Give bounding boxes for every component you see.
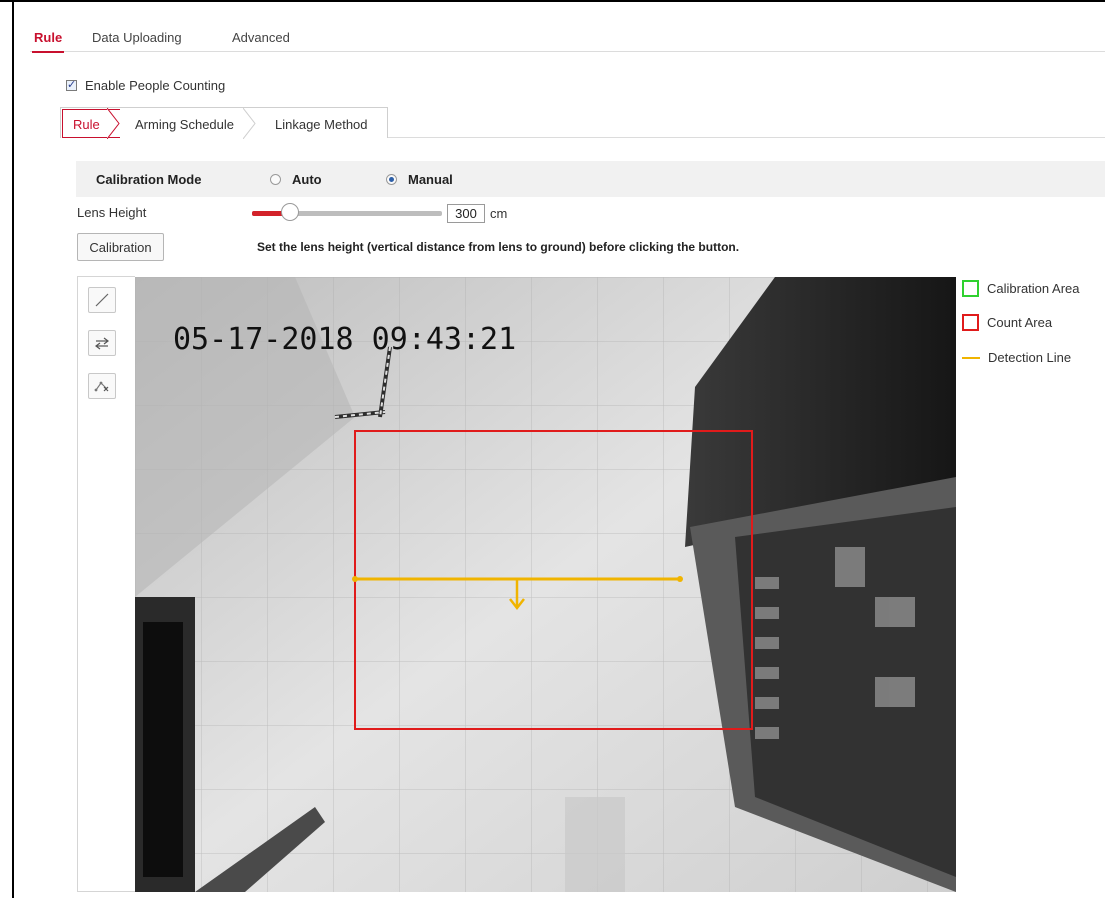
lens-height-slider-handle[interactable] bbox=[281, 203, 299, 221]
lens-height-unit: cm bbox=[490, 206, 508, 221]
swap-direction-icon bbox=[95, 337, 109, 350]
polygon-draw-tool-button[interactable] bbox=[88, 373, 116, 399]
main-tab-bar: Rule Data Uploading Advanced bbox=[30, 26, 1105, 53]
calibration-area-swatch bbox=[962, 280, 979, 297]
count-area-swatch bbox=[962, 314, 979, 331]
tab-advanced[interactable]: Advanced bbox=[232, 30, 290, 45]
step-chevron-icon bbox=[107, 108, 120, 139]
calibration-mode-bar: Calibration Mode Auto Manual bbox=[76, 161, 1105, 197]
enable-people-counting-checkbox[interactable] bbox=[66, 78, 77, 91]
window-frame-top bbox=[0, 0, 1105, 2]
video-timestamp-overlay: 05-17-2018 09:43:21 bbox=[173, 322, 516, 357]
camera-frame-image: 05-17-2018 09:43:21 bbox=[135, 277, 956, 892]
calibration-hint: Set the lens height (vertical distance f… bbox=[257, 240, 740, 254]
calibration-manual-label[interactable]: Manual bbox=[408, 172, 453, 187]
detection-line-swatch bbox=[962, 356, 980, 359]
sub-tab-group: Rule Arming Schedule Linkage Method bbox=[60, 107, 388, 139]
detection-line-endpoint[interactable] bbox=[677, 576, 683, 582]
lens-height-input[interactable] bbox=[447, 204, 485, 223]
swap-direction-tool-button[interactable] bbox=[88, 330, 116, 356]
legend-item-detection-line: Detection Line bbox=[962, 350, 1071, 365]
step-chevron-icon bbox=[243, 108, 256, 139]
calibration-mode-label: Calibration Mode bbox=[96, 172, 202, 187]
line-draw-icon bbox=[95, 293, 109, 307]
calibration-button[interactable]: Calibration bbox=[77, 233, 164, 261]
sub-tab-linkage-method[interactable]: Linkage Method bbox=[275, 117, 368, 132]
legend-label: Calibration Area bbox=[987, 281, 1080, 296]
line-draw-tool-button[interactable] bbox=[88, 287, 116, 313]
calibration-auto-label[interactable]: Auto bbox=[292, 172, 322, 187]
detection-line-endpoint[interactable] bbox=[352, 576, 358, 582]
polygon-draw-icon bbox=[94, 381, 109, 392]
calibration-manual-radio[interactable] bbox=[386, 174, 397, 185]
window-frame-left bbox=[12, 0, 14, 898]
live-video-preview[interactable]: 05-17-2018 09:43:21 bbox=[135, 277, 956, 892]
legend-label: Count Area bbox=[987, 315, 1053, 330]
legend-item-calibration-area: Calibration Area bbox=[962, 280, 1080, 297]
rule-sub-tab-bar: Rule Arming Schedule Linkage Method bbox=[60, 107, 1105, 139]
tab-rule[interactable]: Rule bbox=[31, 30, 65, 53]
enable-people-counting-row: Enable People Counting bbox=[66, 78, 225, 93]
legend-item-count-area: Count Area bbox=[962, 314, 1052, 331]
drawing-toolbar bbox=[77, 276, 135, 892]
enable-people-counting-label: Enable People Counting bbox=[85, 78, 226, 93]
sub-tab-arming-schedule[interactable]: Arming Schedule bbox=[135, 117, 234, 132]
sub-tab-rule[interactable]: Rule bbox=[73, 117, 100, 132]
calibration-auto-radio[interactable] bbox=[270, 174, 281, 185]
legend-label: Detection Line bbox=[988, 350, 1072, 365]
tab-data-uploading[interactable]: Data Uploading bbox=[92, 30, 182, 45]
lens-height-label: Lens Height bbox=[77, 205, 147, 220]
